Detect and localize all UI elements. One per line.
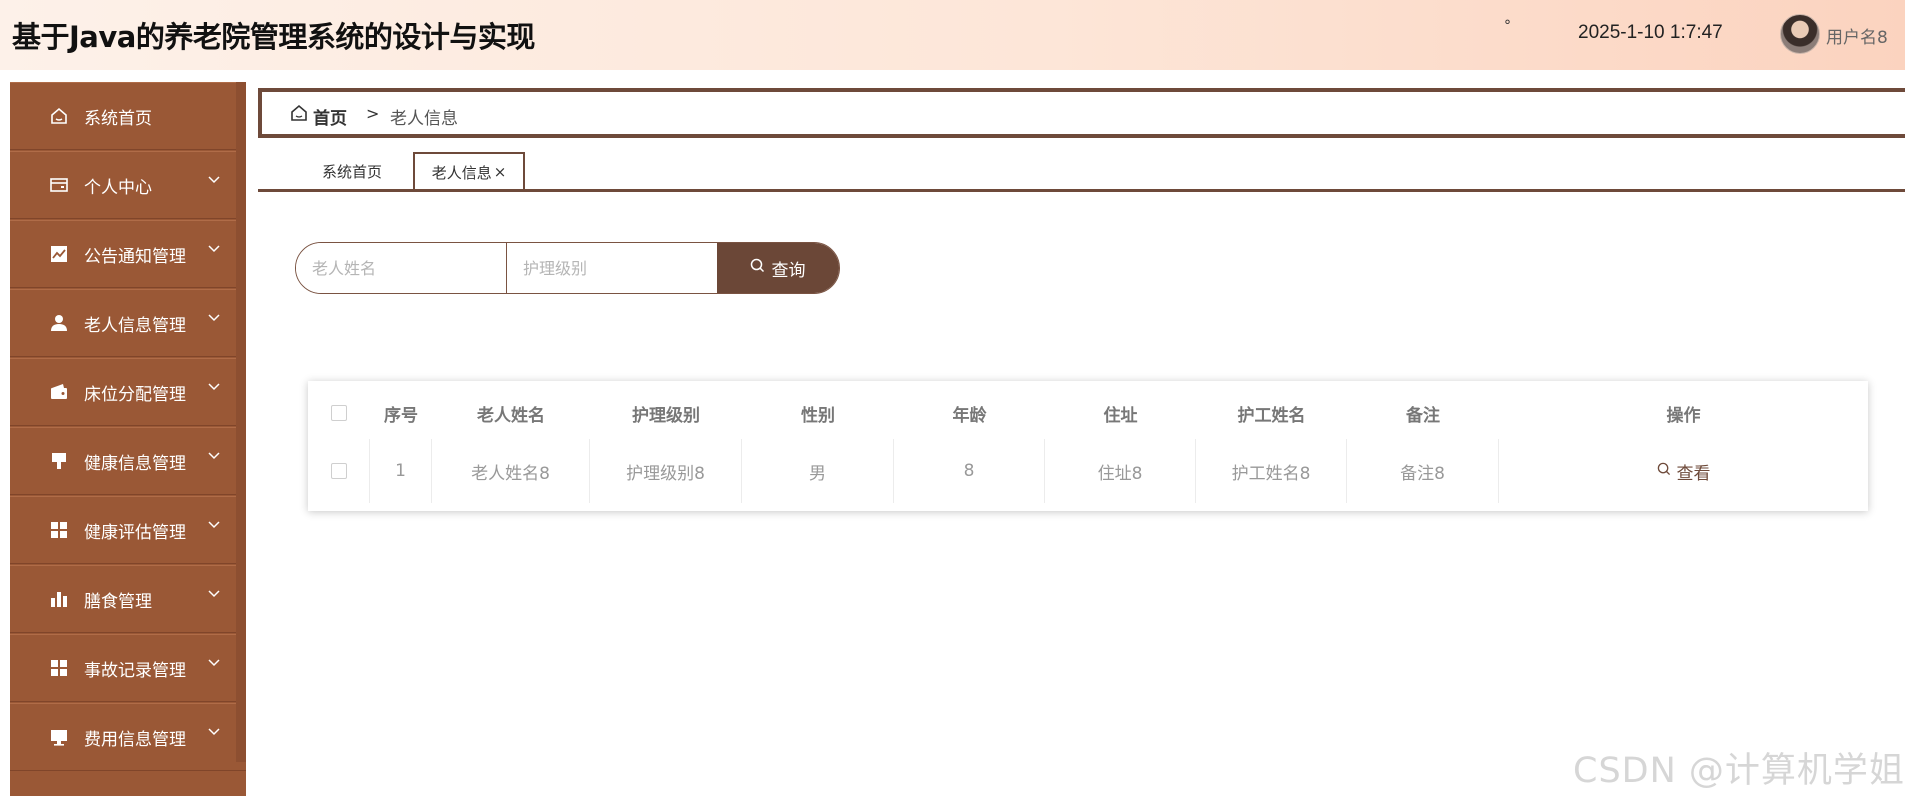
username-label[interactable]: 用户名8 xyxy=(1826,23,1888,48)
brush-icon xyxy=(48,450,70,472)
data-table: 序号 老人姓名 护理级别 性别 年龄 住址 护工姓名 备注 操作 1 老人姓名8… xyxy=(308,381,1868,511)
chevron-down-icon xyxy=(208,655,220,671)
tab-home[interactable]: 系统首页 xyxy=(300,152,404,190)
search-icon xyxy=(1657,461,1671,481)
header-dot: ° xyxy=(1504,18,1511,34)
chevron-down-icon xyxy=(208,310,220,326)
search-button[interactable]: 查询 xyxy=(716,243,839,293)
cell-name: 老人姓名8 xyxy=(432,439,590,503)
chevron-down-icon xyxy=(208,448,220,464)
sidebar-item-bed[interactable]: 床位分配管理 xyxy=(10,358,246,426)
sidebar-item-label: 事故记录管理 xyxy=(84,660,186,681)
column-header[interactable]: 备注 xyxy=(1347,381,1499,445)
care-level-input[interactable] xyxy=(506,243,717,293)
watermark: CSDN @计算机学姐 xyxy=(1573,751,1905,791)
grid-icon xyxy=(48,657,70,679)
user-icon xyxy=(48,312,70,334)
bar-chart-icon xyxy=(48,588,70,610)
breadcrumb-current: 老人信息 xyxy=(390,109,458,129)
elder-name-input[interactable] xyxy=(296,243,506,293)
view-button-label: 查看 xyxy=(1676,463,1711,484)
sidebar-item-notice[interactable]: 公告通知管理 xyxy=(10,220,246,288)
row-select-cell xyxy=(308,439,370,503)
datetime-display: 2025-1-10 1:7:47 xyxy=(1578,22,1723,43)
app-title: 基于Java的养老院管理系统的设计与实现 xyxy=(12,20,535,54)
home-icon xyxy=(48,105,70,127)
sidebar-scrollbar[interactable] xyxy=(236,82,246,762)
view-button[interactable]: 查看 xyxy=(1657,459,1711,484)
chevron-down-icon xyxy=(208,517,220,533)
sidebar-item-label: 膳食管理 xyxy=(84,591,152,612)
chevron-down-icon xyxy=(208,724,220,740)
monitor-icon xyxy=(48,726,70,748)
column-header[interactable]: 护理级别 xyxy=(590,381,742,445)
cell-age: 8 xyxy=(894,439,1045,503)
cell-care-level: 护理级别8 xyxy=(590,439,742,503)
sidebar-item-label: 个人中心 xyxy=(84,177,152,198)
sidebar-item-label: 老人信息管理 xyxy=(84,315,186,336)
close-icon[interactable]: × xyxy=(494,163,507,181)
cell-caregiver: 护工姓名8 xyxy=(1196,439,1347,503)
avatar[interactable] xyxy=(1780,14,1820,54)
sidebar-item-personal-center[interactable]: 个人中心 xyxy=(10,151,246,219)
search-form: 查询 xyxy=(295,242,840,294)
sidebar-item-home[interactable]: 系统首页 xyxy=(10,82,246,150)
column-header[interactable]: 年龄 xyxy=(894,381,1045,445)
cell-gender: 男 xyxy=(742,439,894,503)
select-all-checkbox[interactable] xyxy=(331,405,347,421)
chevron-down-icon xyxy=(208,172,220,188)
sidebar-item-label: 床位分配管理 xyxy=(84,384,186,405)
sidebar-item-label: 健康信息管理 xyxy=(84,453,186,474)
tabs-divider xyxy=(258,189,1905,192)
breadcrumb: 首页 > 老人信息 xyxy=(258,88,1905,138)
breadcrumb-home[interactable]: 首页 xyxy=(313,104,347,129)
top-header: 基于Java的养老院管理系统的设计与实现 ° 2025-1-10 1:7:47 … xyxy=(0,0,1905,70)
sidebar-item-accident[interactable]: 事故记录管理 xyxy=(10,634,246,702)
sidebar-item-meal[interactable]: 膳食管理 xyxy=(10,565,246,633)
cell-index: 1 xyxy=(370,439,432,503)
sidebar-item-label: 公告通知管理 xyxy=(84,246,186,267)
column-header[interactable]: 性别 xyxy=(742,381,894,445)
tab-label: 系统首页 xyxy=(321,162,382,181)
wallet-card-icon xyxy=(48,174,70,196)
sidebar-item-fee[interactable]: 费用信息管理 xyxy=(10,703,246,771)
breadcrumb-separator: > xyxy=(366,104,380,123)
search-button-label: 查询 xyxy=(771,260,806,280)
wallet-icon xyxy=(48,381,70,403)
grid-icon xyxy=(48,519,70,541)
search-icon xyxy=(750,258,765,278)
tab-label: 老人信息 xyxy=(431,163,492,182)
chevron-down-icon xyxy=(208,379,220,395)
row-checkbox[interactable] xyxy=(330,463,347,479)
column-header[interactable]: 护工姓名 xyxy=(1196,381,1347,445)
sidebar-item-label: 费用信息管理 xyxy=(84,729,186,750)
table-row[interactable]: 1 老人姓名8 护理级别8 男 8 住址8 护工姓名8 备注8 查看 xyxy=(308,439,1868,503)
column-header[interactable]: 老人姓名 xyxy=(432,381,590,445)
sidebar-item-health-info[interactable]: 健康信息管理 xyxy=(10,427,246,495)
table-header-row: 序号 老人姓名 护理级别 性别 年龄 住址 护工姓名 备注 操作 xyxy=(308,381,1868,445)
column-header[interactable]: 住址 xyxy=(1045,381,1196,445)
sidebar-item-label: 健康评估管理 xyxy=(84,522,186,543)
chevron-down-icon xyxy=(208,586,220,602)
sidebar-item-health-assessment[interactable]: 健康评估管理 xyxy=(10,496,246,564)
select-all-cell xyxy=(308,381,370,445)
column-header: 操作 xyxy=(1666,405,1701,426)
sidebar-item-elder-info[interactable]: 老人信息管理 xyxy=(10,289,246,357)
sidebar-item-label: 系统首页 xyxy=(84,108,152,129)
home-icon xyxy=(290,104,308,122)
column-header[interactable]: 序号 xyxy=(370,381,432,445)
cell-actions: 查看 xyxy=(1499,439,1868,503)
chevron-down-icon xyxy=(208,241,220,257)
cell-address: 住址8 xyxy=(1045,439,1196,503)
tab-elder-info[interactable]: 老人信息 × xyxy=(413,152,525,190)
cell-remark: 备注8 xyxy=(1347,439,1499,503)
chart-line-icon xyxy=(48,243,70,265)
sidebar: 系统首页 个人中心 公告通知管理 老人信息管理 床位分配管理 健康信息管理 健康… xyxy=(10,82,246,796)
